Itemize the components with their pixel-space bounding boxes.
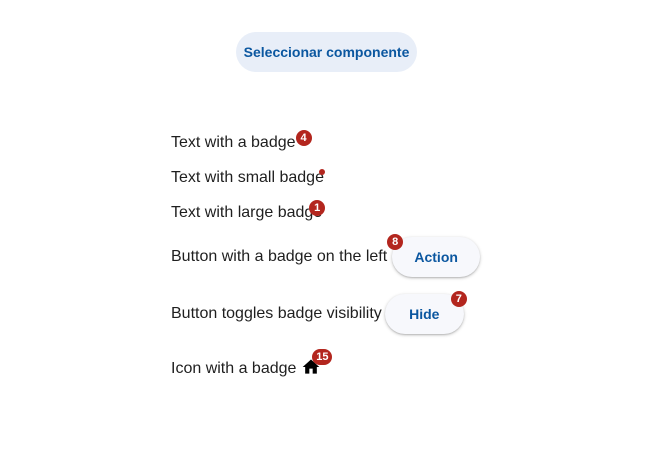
action-button-container: Action 8 (387, 234, 481, 277)
toggle-badge-row: Button toggles badge visibility Hide 7 (171, 291, 467, 334)
small-badge-row: Text with small badge (171, 168, 325, 188)
large-badge-container: Text with large badge 1 (171, 200, 326, 223)
action-button[interactable]: Action (392, 237, 481, 277)
button-left-badge-row: Button with a badge on the left Action 8 (171, 234, 481, 277)
toggle-badge-label: Button toggles badge visibility (171, 305, 382, 322)
icon-badge-container: 15 (301, 349, 333, 377)
text-badge-label: Text with a badge (171, 134, 296, 151)
hide-button-container: Hide 7 (384, 291, 467, 334)
text-badge-row: Text with a badge 4 (171, 130, 312, 153)
small-badge-container: Text with small badge (171, 168, 325, 188)
text-badge-container: Text with a badge 4 (171, 130, 312, 153)
button-left-badge-label: Button with a badge on the left (171, 248, 388, 265)
large-badge-row: Text with large badge 1 (171, 200, 326, 223)
icon-count-badge: 15 (312, 349, 333, 365)
small-dot-badge (318, 169, 325, 175)
icon-badge-label: Icon with a badge (171, 360, 297, 377)
hide-count-badge: 7 (450, 291, 467, 307)
badge-demo-page: Seleccionar componente Text with a badge… (0, 0, 662, 450)
icon-badge-row: Icon with a badge 15 (171, 349, 333, 379)
large-count-badge: 1 (309, 200, 326, 216)
large-badge-label: Text with large badge (171, 204, 323, 221)
select-component-button[interactable]: Seleccionar componente (236, 32, 417, 72)
small-badge-label: Text with small badge (171, 169, 324, 186)
count-badge: 4 (295, 130, 312, 146)
